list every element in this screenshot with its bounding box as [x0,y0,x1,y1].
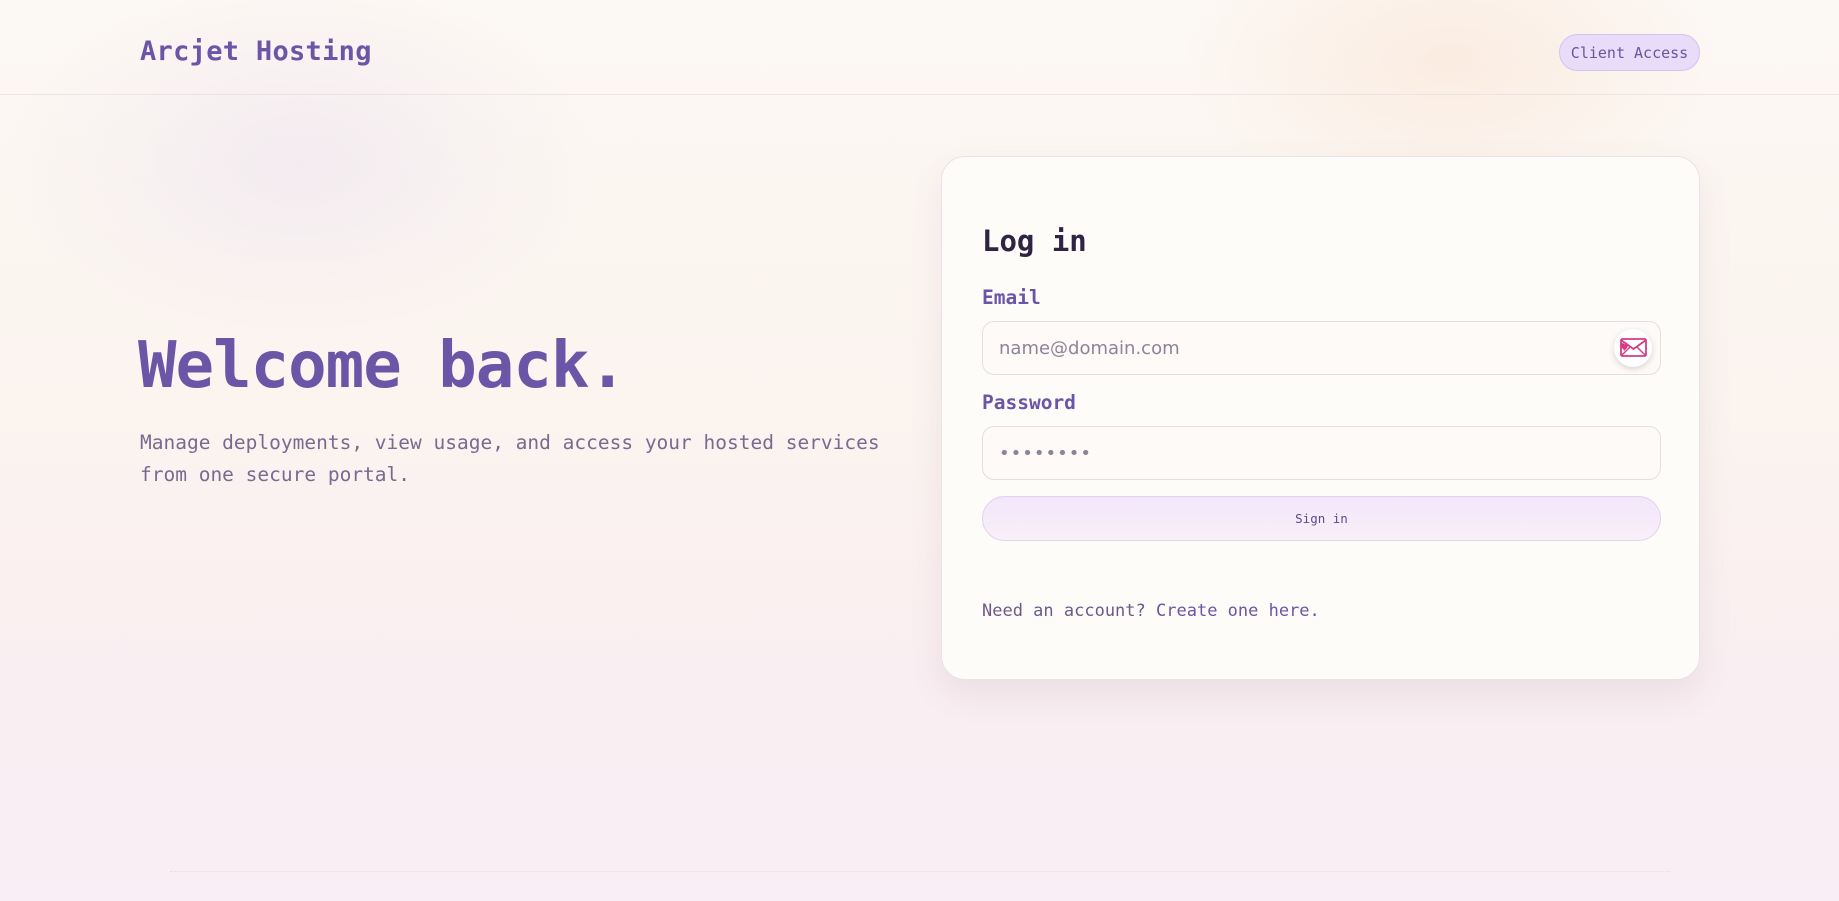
brand-logo-text[interactable]: Arcjet Hosting [140,36,372,67]
password-field[interactable] [982,426,1661,480]
signup-prompt: Need an account? Create one here. [982,601,1320,621]
envelope-heart-icon[interactable] [1614,329,1652,367]
create-account-link[interactable]: Create one here. [1156,601,1320,621]
email-field[interactable] [982,321,1661,375]
footer-divider [170,871,1670,872]
password-label: Password [982,391,1076,414]
hero-subtitle: Manage deployments, view usage, and acce… [140,431,880,486]
envelope-heart-svg [1620,338,1647,357]
login-card: Log in Email Password Sign in Need an ac… [941,156,1700,680]
hero-title: Welcome back. [138,329,627,403]
login-title: Log in [982,224,1087,258]
email-label: Email [982,286,1041,309]
sign-in-button[interactable]: Sign in [982,496,1661,541]
signup-prompt-text: Need an account? [982,601,1146,621]
client-access-button[interactable]: Client Access [1559,34,1700,71]
top-header: Arcjet Hosting Client Access [0,0,1839,95]
